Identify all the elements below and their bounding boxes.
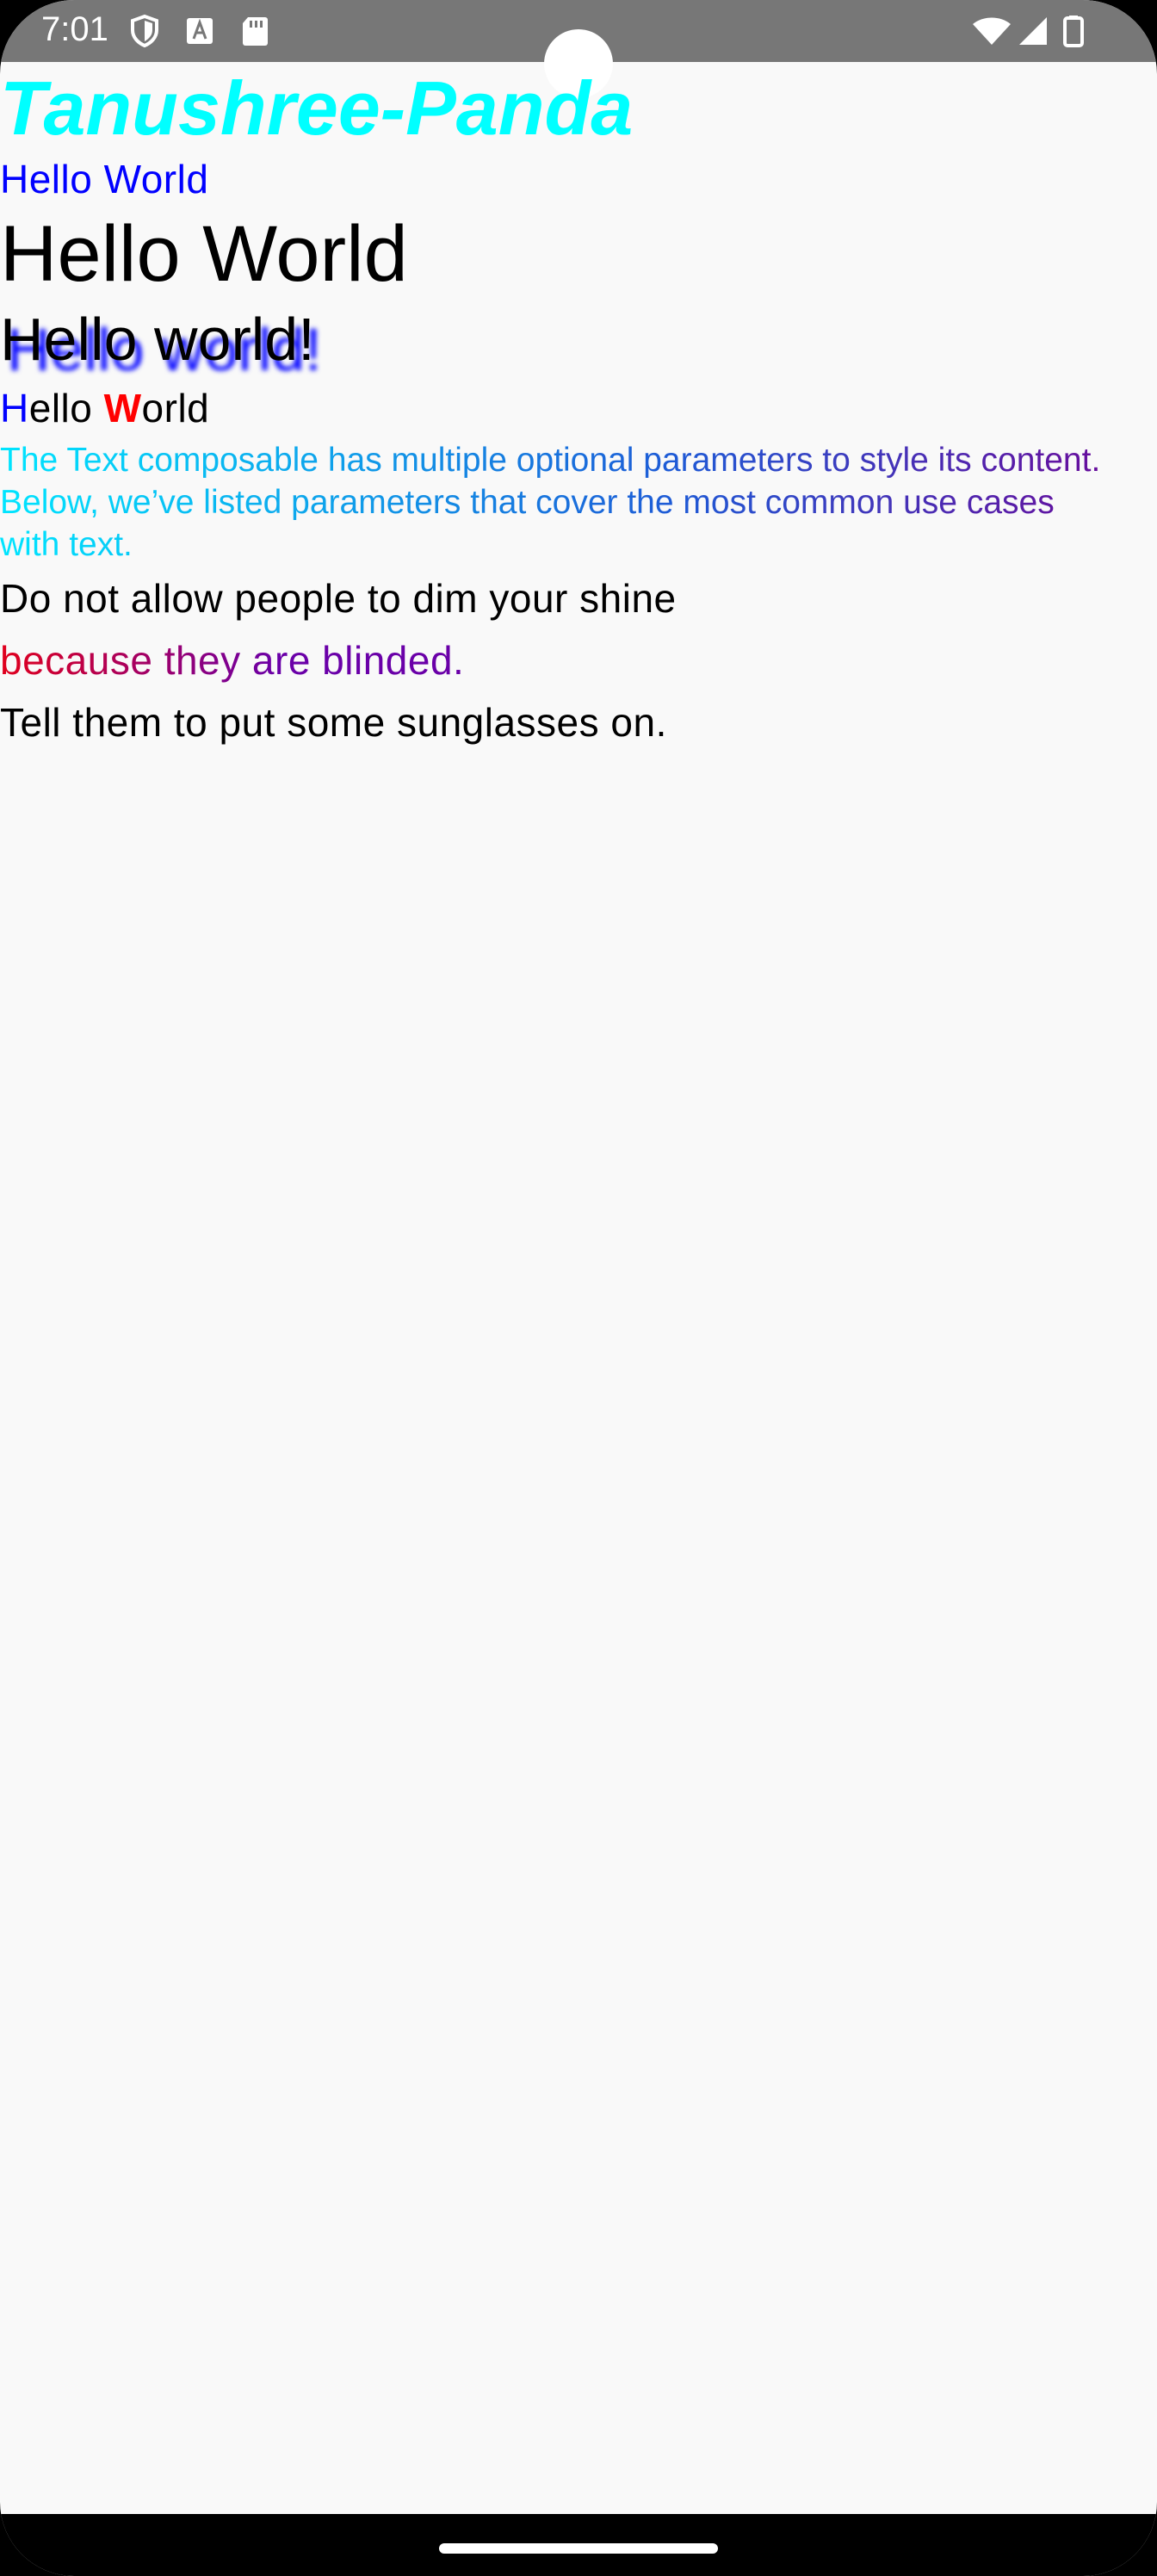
status-time: 7:01 <box>41 10 108 48</box>
hello-multicolor-ello: ello <box>28 386 104 430</box>
hello-multicolor-h: H <box>0 386 29 430</box>
shine-line-3: Tell them to put some sunglasses on. <box>0 700 667 745</box>
app-screen: 7:01 Tanushree-Panda Hello World Hello W… <box>0 0 1157 2576</box>
gradient-paragraph: The Text composable has multiple optiona… <box>0 439 1119 566</box>
hello-multicolor-w: W <box>103 386 142 430</box>
hello-shadow-text: Hello world! <box>0 306 315 373</box>
shield-icon <box>127 14 162 48</box>
cell-signal-icon <box>1016 14 1050 48</box>
home-gesture-handle[interactable] <box>439 2543 718 2554</box>
shine-line-2: because they are blinded. <box>0 632 464 689</box>
hello-large-text: Hello World <box>0 210 408 298</box>
battery-icon <box>1061 14 1086 48</box>
wifi-icon <box>971 14 1012 48</box>
hello-blue-text: Hello World <box>0 157 209 201</box>
brand-title: Tanushree-Panda <box>0 65 634 151</box>
hello-multicolor-text: Hello World <box>0 382 209 434</box>
status-bar: 7:01 <box>0 0 1157 98</box>
hello-multicolor-orld: orld <box>141 386 210 430</box>
sd-card-icon <box>238 14 272 48</box>
text-a-icon <box>183 14 217 48</box>
shine-line-1: Do not allow people to dim your shine <box>0 576 677 621</box>
